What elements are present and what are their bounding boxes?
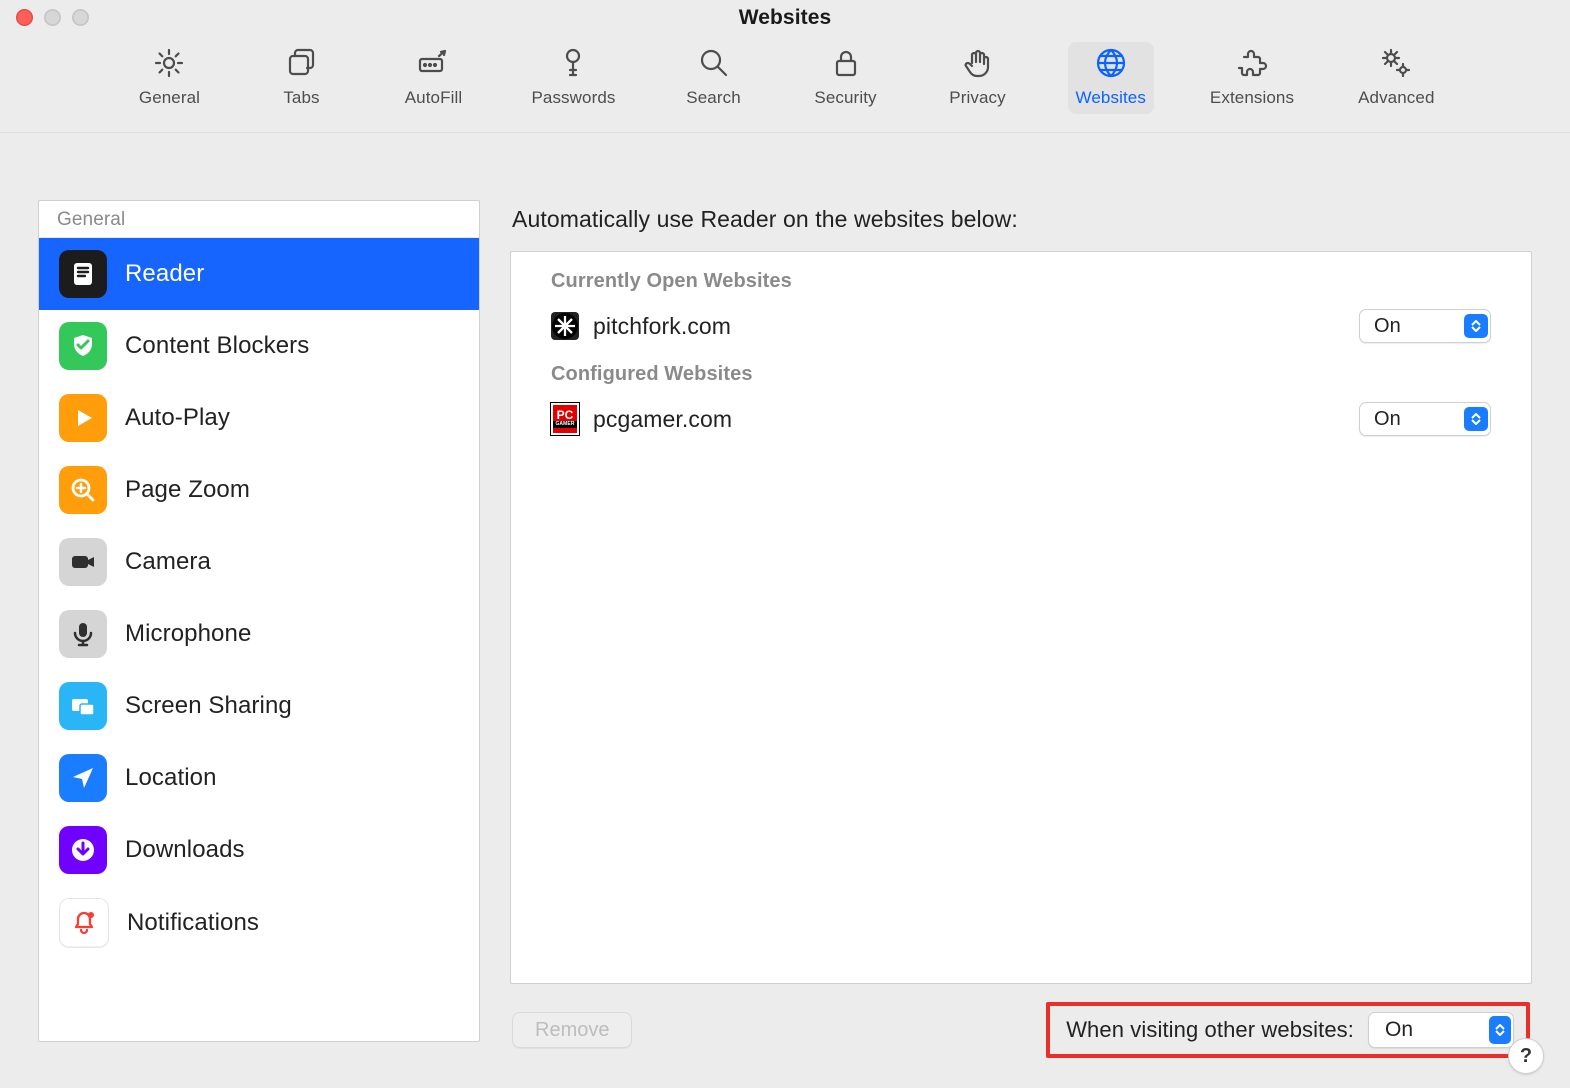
main-heading: Automatically use Reader on the websites…	[510, 200, 1532, 237]
location-icon	[59, 754, 107, 802]
chevron-updown-icon	[1464, 407, 1488, 431]
sidebar-item-label: Content Blockers	[125, 332, 309, 360]
table-row[interactable]: pitchfork.com On	[511, 303, 1531, 357]
toolbar-tab-label: Passwords	[531, 88, 615, 108]
toolbar-tab-label: Search	[686, 88, 740, 108]
sidebar-item-label: Microphone	[125, 620, 251, 648]
toolbar-tab-search[interactable]: Search	[672, 42, 756, 114]
footer-controls: Remove When visiting other websites: On	[510, 998, 1532, 1058]
toolbar-tab-passwords[interactable]: Passwords	[523, 42, 623, 114]
sidebar-item-label: Auto-Play	[125, 404, 230, 432]
toolbar-tab-label: AutoFill	[405, 88, 463, 108]
website-domain: pitchfork.com	[593, 313, 731, 340]
toolbar-tab-label: General	[139, 88, 200, 108]
toolbar-tab-tabs[interactable]: Tabs	[259, 42, 343, 114]
reader-setting-select[interactable]: On	[1359, 402, 1491, 436]
favicon-icon	[551, 312, 579, 340]
other-websites-highlight: When visiting other websites: On	[1046, 1002, 1530, 1058]
help-button[interactable]: ?	[1508, 1038, 1544, 1074]
toolbar-tab-privacy[interactable]: Privacy	[936, 42, 1020, 114]
hand-icon	[961, 46, 995, 80]
lock-icon	[829, 46, 863, 80]
section-open-websites: Currently Open Websites	[511, 264, 1531, 303]
content: General Reader Content Blockers Auto-Pla…	[38, 200, 1532, 1058]
sidebar-item-label: Reader	[125, 260, 204, 288]
toolbar-tab-advanced[interactable]: Advanced	[1350, 42, 1442, 114]
toolbar-tab-autofill[interactable]: AutoFill	[391, 42, 475, 114]
remove-button[interactable]: Remove	[512, 1012, 632, 1048]
toolbar-tab-extensions[interactable]: Extensions	[1202, 42, 1302, 114]
other-websites-label: When visiting other websites:	[1066, 1017, 1354, 1043]
toolbar-tab-websites[interactable]: Websites	[1068, 42, 1154, 114]
microphone-icon	[59, 610, 107, 658]
sidebar-item-downloads[interactable]: Downloads	[39, 814, 479, 886]
shield-check-icon	[59, 322, 107, 370]
gear-icon	[152, 46, 186, 80]
sidebar-list: Reader Content Blockers Auto-Play Page Z…	[39, 238, 479, 1041]
select-value: On	[1374, 408, 1401, 431]
sidebar-item-reader[interactable]: Reader	[39, 238, 479, 310]
website-domain: pcgamer.com	[593, 406, 732, 433]
toolbar-tab-security[interactable]: Security	[804, 42, 888, 114]
sidebar-item-location[interactable]: Location	[39, 742, 479, 814]
sidebar: General Reader Content Blockers Auto-Pla…	[38, 200, 480, 1042]
main-panel: Automatically use Reader on the websites…	[510, 200, 1532, 1058]
globe-icon	[1094, 46, 1128, 80]
chevron-updown-icon	[1489, 1016, 1511, 1044]
sidebar-item-label: Camera	[125, 548, 211, 576]
sidebar-item-screen-sharing[interactable]: Screen Sharing	[39, 670, 479, 742]
select-value: On	[1374, 315, 1401, 338]
sidebar-header: General	[39, 201, 479, 238]
table-row[interactable]: PCGAMER pcgamer.com On	[511, 396, 1531, 450]
sidebar-item-label: Notifications	[127, 909, 259, 937]
zoom-icon	[59, 466, 107, 514]
chevron-updown-icon	[1464, 314, 1488, 338]
toolbar-tab-label: Privacy	[949, 88, 1005, 108]
reader-setting-select[interactable]: On	[1359, 309, 1491, 343]
puzzle-icon	[1235, 46, 1269, 80]
toolbar-tab-label: Advanced	[1358, 88, 1434, 108]
sidebar-item-label: Downloads	[125, 836, 245, 864]
other-websites-select[interactable]: On	[1368, 1012, 1514, 1048]
toolbar-tab-general[interactable]: General	[127, 42, 211, 114]
autofill-icon	[416, 46, 450, 80]
toolbar-tab-label: Websites	[1076, 88, 1146, 108]
magnify-icon	[697, 46, 731, 80]
toolbar-tab-label: Extensions	[1210, 88, 1294, 108]
window-title: Websites	[0, 6, 1570, 30]
screens-icon	[59, 682, 107, 730]
tabs-icon	[284, 46, 318, 80]
select-value: On	[1385, 1018, 1413, 1042]
toolbar-tab-label: Security	[814, 88, 876, 108]
toolbar-tab-label: Tabs	[283, 88, 319, 108]
bell-icon	[59, 898, 109, 948]
sidebar-item-label: Location	[125, 764, 217, 792]
preferences-toolbar: General Tabs AutoFill Passwords Search S…	[0, 32, 1570, 133]
sidebar-item-page-zoom[interactable]: Page Zoom	[39, 454, 479, 526]
camera-icon	[59, 538, 107, 586]
download-icon	[59, 826, 107, 874]
sidebar-item-auto-play[interactable]: Auto-Play	[39, 382, 479, 454]
sidebar-item-camera[interactable]: Camera	[39, 526, 479, 598]
favicon-icon: PCGAMER	[551, 405, 579, 433]
section-configured-websites: Configured Websites	[511, 357, 1531, 396]
reader-icon	[59, 250, 107, 298]
gears-icon	[1379, 46, 1413, 80]
play-icon	[59, 394, 107, 442]
sidebar-item-microphone[interactable]: Microphone	[39, 598, 479, 670]
sidebar-item-notifications[interactable]: Notifications	[39, 886, 479, 960]
websites-listbox: Currently Open Websites pitchfork.com On	[510, 251, 1532, 984]
sidebar-item-content-blockers[interactable]: Content Blockers	[39, 310, 479, 382]
sidebar-item-label: Screen Sharing	[125, 692, 292, 720]
key-icon	[556, 46, 590, 80]
sidebar-item-label: Page Zoom	[125, 476, 250, 504]
